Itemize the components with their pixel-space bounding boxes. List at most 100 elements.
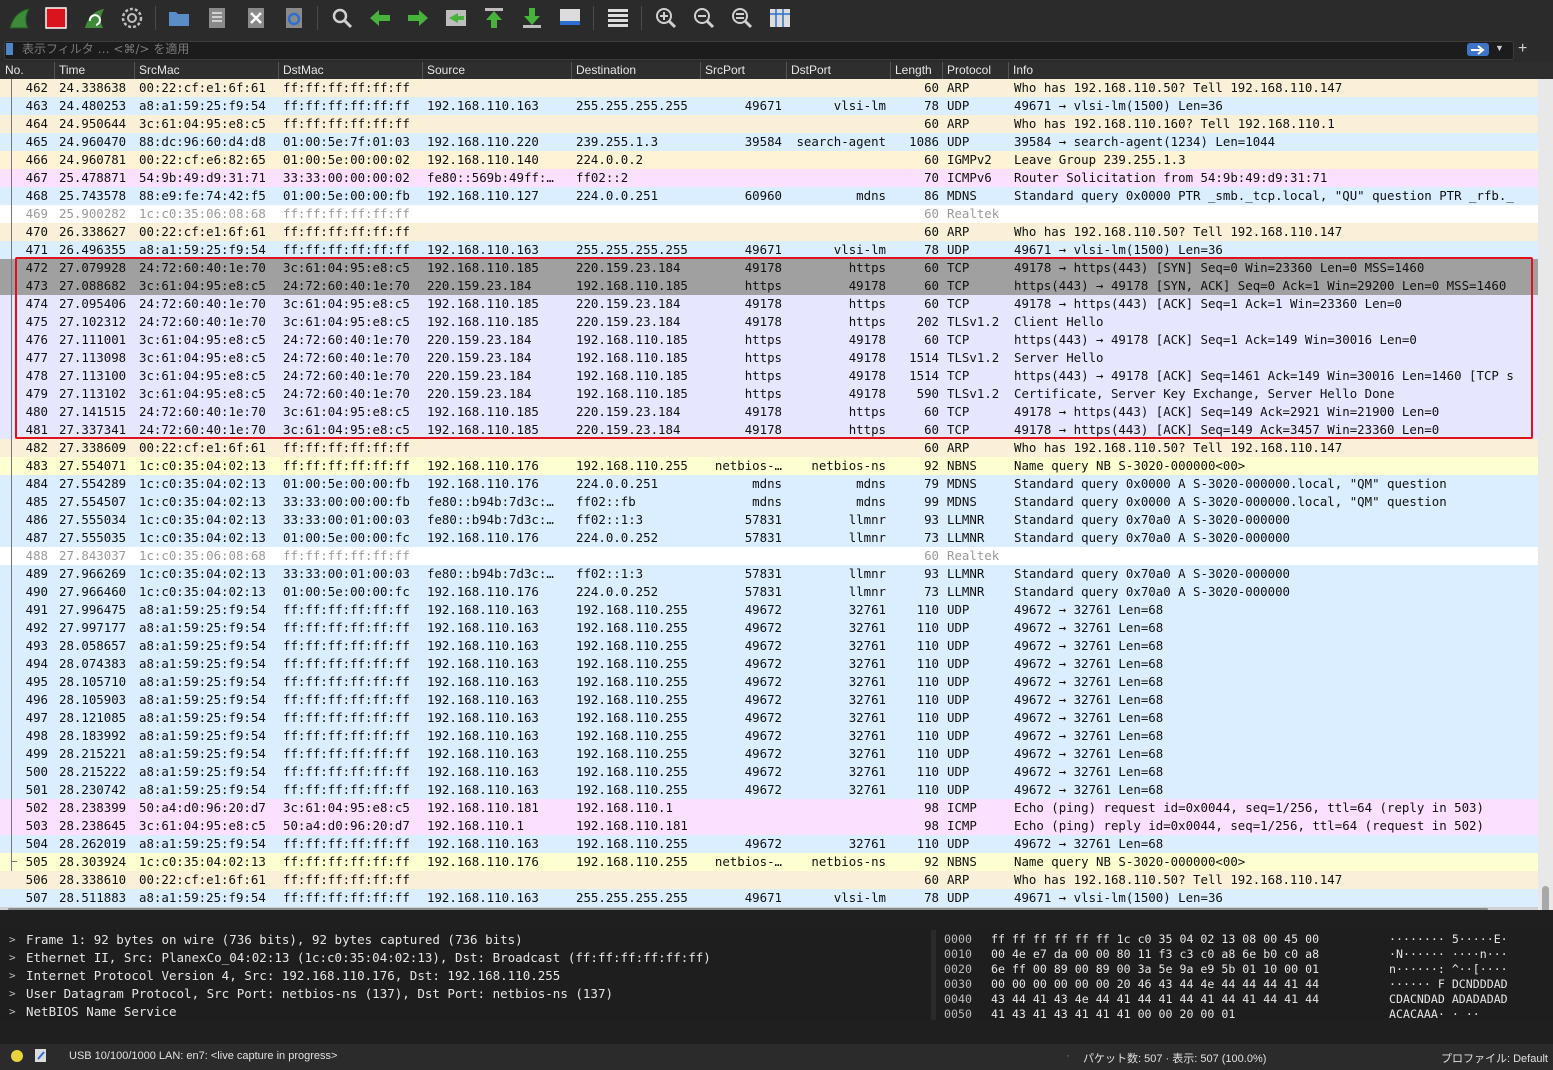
column-header-protocol[interactable]: Protocol [947, 63, 991, 77]
go-last-packet-icon[interactable] [519, 5, 545, 31]
packet-row[interactable]: 463 24.480253 a8:a1:59:25:f9:54 ff:ff:ff:ff… [0, 97, 1538, 115]
open-folder-icon[interactable] [166, 5, 192, 31]
apply-filter-arrow-icon[interactable] [1467, 43, 1489, 56]
packet-row[interactable]: 493 28.058657 a8:a1:59:25:f9:54 ff:ff:ff:ff… [0, 637, 1538, 655]
packet-cell-srcmac: a8:a1:59:25:f9:54 [139, 836, 266, 851]
expand-chevron-right-icon[interactable]: > [9, 1003, 16, 1021]
packet-row[interactable]: 499 28.215221 a8:a1:59:25:f9:54 ff:ff:ff:ff… [0, 745, 1538, 763]
packet-cell-time: 27.555035 [59, 530, 127, 545]
save-file-icon[interactable] [204, 5, 230, 31]
go-forward-arrow-icon[interactable] [405, 5, 431, 31]
packet-row[interactable]: 470 26.338627 00:22:cf:e1:6f:61 ff:ff:ff:ff… [0, 223, 1538, 241]
packet-cell-info: 49672 → 32761 Len=68 [1014, 782, 1164, 797]
column-header-dstport[interactable]: DstPort [791, 63, 831, 77]
packet-row[interactable]: 486 27.555034 1c:c0:35:04:02:13 33:33:00:01… [0, 511, 1538, 529]
hex-bytes: 6e ff 00 89 00 89 00 3a 5e 9a e9 5b 01 1… [991, 962, 1320, 976]
packet-cell-no: 493 [25, 638, 48, 653]
filter-bookmark-icon[interactable] [6, 43, 13, 55]
capture-options-gear-icon[interactable] [119, 5, 145, 31]
close-file-icon[interactable] [243, 5, 269, 31]
packet-cell-dstmac: ff:ff:ff:ff:ff:ff [283, 458, 410, 473]
packet-row[interactable]: 462 24.338638 00:22:cf:e1:6f:61 ff:ff:ff:ff… [0, 79, 1538, 97]
go-first-packet-icon[interactable] [481, 5, 507, 31]
packet-row[interactable]: 494 28.074383 a8:a1:59:25:f9:54 ff:ff:ff:ff… [0, 655, 1538, 673]
resize-columns-icon[interactable] [767, 5, 793, 31]
go-to-packet-icon[interactable] [443, 5, 469, 31]
packet-row[interactable]: 498 28.183992 a8:a1:59:25:f9:54 ff:ff:ff:ff… [0, 727, 1538, 745]
colorize-icon[interactable] [605, 5, 631, 31]
packet-row[interactable]: 469 25.900282 1c:c0:35:06:08:68 ff:ff:ff:ff… [0, 205, 1538, 223]
packet-cell-protocol: UDP [947, 710, 970, 725]
packet-row[interactable]: 484 27.554289 1c:c0:35:04:02:13 01:00:5e:00… [0, 475, 1538, 493]
packet-cell-dstport: 32761 [848, 836, 886, 851]
packet-row[interactable]: 483 27.554071 1c:c0:35:04:02:13 ff:ff:ff:ff… [0, 457, 1538, 475]
packet-list-horizontal-scroll-thumb[interactable] [8, 908, 1488, 910]
autoscroll-icon[interactable] [557, 5, 583, 31]
column-header-time[interactable]: Time [59, 63, 85, 77]
hex-offset: 0010 [944, 947, 972, 961]
add-filter-button-plus-icon[interactable]: + [1518, 40, 1527, 58]
packet-row[interactable]: 506 28.338610 00:22:cf:e1:6f:61 ff:ff:ff:ff… [0, 871, 1538, 889]
packet-row[interactable]: 507 28.511883 a8:a1:59:25:f9:54 ff:ff:ff:ff… [0, 889, 1538, 907]
packet-row[interactable]: 482 27.338609 00:22:cf:e1:6f:61 ff:ff:ff:ff… [0, 439, 1538, 457]
expand-chevron-right-icon[interactable]: > [9, 949, 16, 967]
packet-cell-destination: 192.168.110.255 [576, 746, 688, 761]
column-header-no[interactable]: No. [5, 63, 24, 77]
expand-chevron-right-icon[interactable]: > [9, 931, 16, 949]
packet-row[interactable]: 491 27.996475 a8:a1:59:25:f9:54 ff:ff:ff:ff… [0, 601, 1538, 619]
reload-file-icon[interactable] [281, 5, 307, 31]
packet-row[interactable]: 495 28.105710 a8:a1:59:25:f9:54 ff:ff:ff:ff… [0, 673, 1538, 691]
packet-row[interactable]: 467 25.478871 54:9b:49:d9:31:71 33:33:00:00… [0, 169, 1538, 187]
packet-row[interactable]: 468 25.743578 88:e9:fe:74:42:f5 01:00:5e:00… [0, 187, 1538, 205]
packet-row[interactable]: 504 28.262019 a8:a1:59:25:f9:54 ff:ff:ff:ff… [0, 835, 1538, 853]
packet-row[interactable]: 502 28.238399 50:a4:d0:96:20:d7 3c:61:04:95… [0, 799, 1538, 817]
packet-cell-dstport: 32761 [848, 764, 886, 779]
packet-row[interactable]: 497 28.121085 a8:a1:59:25:f9:54 ff:ff:ff:ff… [0, 709, 1538, 727]
packet-row[interactable]: 487 27.555035 1c:c0:35:04:02:13 01:00:5e:00… [0, 529, 1538, 547]
packet-cell-info: Echo (ping) reply id=0x0044, seq=1/256, … [1014, 818, 1484, 833]
packet-bytes-pane[interactable]: 0000 ff ff ff ff ff ff 1c c0 35 04 02 13 … [936, 930, 1553, 1021]
packet-row[interactable]: 496 28.105903 a8:a1:59:25:f9:54 ff:ff:ff:ff… [0, 691, 1538, 709]
find-packet-icon[interactable] [329, 5, 355, 31]
zoom-normal-icon[interactable] [729, 5, 755, 31]
packet-list[interactable]: No. Time SrcMac DstMac Source Destinatio… [0, 62, 1553, 910]
column-header-srcport[interactable]: SrcPort [705, 63, 745, 77]
packet-row[interactable]: 464 24.950644 3c:61:04:95:e8:c5 ff:ff:ff:ff… [0, 115, 1538, 133]
packet-cell-srcmac: 00:22:cf:e1:6f:61 [139, 872, 266, 887]
packet-cell-dstport: netbios-ns [811, 458, 886, 473]
display-filter-input[interactable] [4, 41, 1514, 60]
packet-cell-dstmac: 33:33:00:01:00:03 [283, 512, 410, 527]
expand-chevron-right-icon[interactable]: > [9, 967, 16, 985]
packet-row[interactable]: 500 28.215222 a8:a1:59:25:f9:54 ff:ff:ff:ff… [0, 763, 1538, 781]
packet-row[interactable]: 466 24.960781 00:22:cf:e6:82:65 01:00:5e:00… [0, 151, 1538, 169]
packet-row[interactable]: 492 27.997177 a8:a1:59:25:f9:54 ff:ff:ff:ff… [0, 619, 1538, 637]
restart-capture-icon[interactable] [81, 5, 107, 31]
expand-chevron-right-icon[interactable]: > [9, 985, 16, 1003]
packet-row[interactable]: 505 28.303924 1c:c0:35:04:02:13 ff:ff:ff:ff… [0, 853, 1538, 871]
zoom-in-icon[interactable] [653, 5, 679, 31]
packet-row[interactable]: 489 27.966269 1c:c0:35:04:02:13 33:33:00:01… [0, 565, 1538, 583]
column-header-srcmac[interactable]: SrcMac [139, 63, 180, 77]
packet-row[interactable]: 485 27.554507 1c:c0:35:04:02:13 33:33:00:00… [0, 493, 1538, 511]
packet-list-vertical-scroll-thumb[interactable] [1542, 886, 1549, 910]
packet-row[interactable]: 490 27.966460 1c:c0:35:04:02:13 01:00:5e:00… [0, 583, 1538, 601]
column-header-source[interactable]: Source [427, 63, 465, 77]
stop-square-icon[interactable] [43, 5, 69, 31]
go-back-arrow-icon[interactable] [367, 5, 393, 31]
packet-row[interactable]: 503 28.238645 3c:61:04:95:e8:c5 50:a4:d0:96… [0, 817, 1538, 835]
column-header-dstmac[interactable]: DstMac [283, 63, 324, 77]
column-header-length[interactable]: Length [895, 63, 932, 77]
filter-history-chevron-down-icon[interactable]: ▼ [1495, 43, 1504, 53]
shark-fin-start-icon[interactable] [6, 5, 32, 31]
packet-details-pane[interactable]: > Frame 1: 92 bytes on wire (736 bits), 9… [0, 930, 930, 1020]
packet-row[interactable]: 465 24.960470 88:dc:96:60:d4:d8 01:00:5e:7f… [0, 133, 1538, 151]
zoom-out-icon[interactable] [691, 5, 717, 31]
expert-info-status-icon[interactable] [10, 1049, 24, 1066]
status-profile[interactable]: プロファイル: Default [1441, 1050, 1548, 1066]
packet-row[interactable]: 488 27.843037 1c:c0:35:06:08:68 ff:ff:ff:ff… [0, 547, 1538, 565]
packet-list-vertical-scrollbar[interactable] [1538, 79, 1553, 910]
column-header-destination[interactable]: Destination [576, 63, 636, 77]
packet-row[interactable]: 501 28.230742 a8:a1:59:25:f9:54 ff:ff:ff:ff… [0, 781, 1538, 799]
column-header-info[interactable]: Info [1013, 63, 1033, 77]
capture-comment-edit-icon[interactable] [34, 1048, 48, 1066]
